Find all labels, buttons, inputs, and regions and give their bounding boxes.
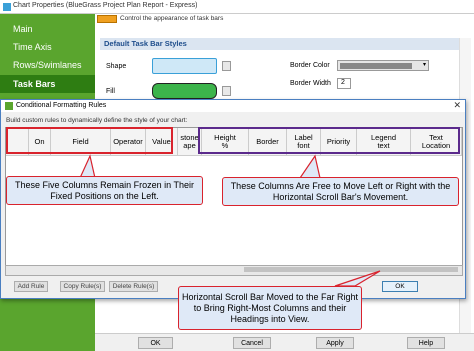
grid-horizontal-scrollbar[interactable] [5, 265, 463, 276]
sidebar-item-main[interactable]: Main [0, 20, 95, 38]
app-icon [3, 3, 11, 11]
dialog-icon [5, 102, 13, 110]
frozen-columns-callout: These Five Columns Remain Frozen in Thei… [6, 176, 203, 205]
copy-rules-button[interactable]: Copy Rule(s) [60, 281, 105, 292]
sidebar-item-task-bars[interactable]: Task Bars [0, 75, 95, 93]
fill-label: Fill [106, 88, 115, 95]
sidebar-item-rows-swimlanes[interactable]: Rows/Swimlanes [0, 56, 95, 74]
ok-button[interactable]: OK [138, 337, 173, 349]
add-rule-button[interactable]: Add Rule [14, 281, 48, 292]
cancel-button[interactable]: Cancel [233, 337, 271, 349]
fill-picker-button[interactable] [222, 86, 231, 96]
task-bar-swatch [97, 15, 117, 23]
border-color-label: Border Color [290, 62, 330, 69]
border-width-input[interactable]: 2 [337, 78, 351, 89]
border-width-label: Border Width [290, 80, 331, 87]
scrollbar-thumb[interactable] [244, 267, 458, 272]
panel-hint: Control the appearance of task bars [120, 15, 224, 22]
dialog-title-bar: Conditional Formatting Rules ✕ [1, 100, 465, 112]
shape-label: Shape [106, 63, 127, 70]
sidebar-item-time-axis[interactable]: Time Axis [0, 38, 95, 56]
border-color-dropdown[interactable]: ▾ [337, 60, 429, 71]
help-button[interactable]: Help [407, 337, 445, 349]
delete-rules-button[interactable]: Delete Rule(s) [109, 281, 158, 292]
frozen-columns-highlight [6, 127, 173, 154]
free-columns-highlight [198, 127, 460, 154]
dialog-description: Build custom rules to dynamically define… [6, 117, 188, 124]
close-icon[interactable]: ✕ [453, 100, 461, 111]
window-title: Chart Properties (BlueGrass Project Plan… [13, 2, 198, 9]
apply-button[interactable]: Apply [316, 337, 354, 349]
section-header: Default Task Bar Styles [100, 38, 470, 50]
dialog-title: Conditional Formatting Rules [16, 102, 107, 109]
chevron-down-icon: ▾ [422, 62, 426, 68]
scroll-bar-callout: Horizontal Scroll Bar Moved to the Far R… [178, 286, 362, 330]
free-columns-callout: These Columns Are Free to Move Left or R… [222, 177, 459, 206]
section-title: Default Task Bar Styles [104, 39, 187, 48]
dialog-ok-button[interactable]: OK [382, 281, 418, 292]
fill-preview[interactable] [152, 83, 217, 99]
footer: OK Cancel Apply Help [95, 333, 474, 351]
shape-preview[interactable] [152, 58, 217, 74]
shape-picker-button[interactable] [222, 61, 231, 71]
window-title-bar: Chart Properties (BlueGrass Project Plan… [0, 0, 474, 14]
border-color-swatch [340, 63, 412, 69]
